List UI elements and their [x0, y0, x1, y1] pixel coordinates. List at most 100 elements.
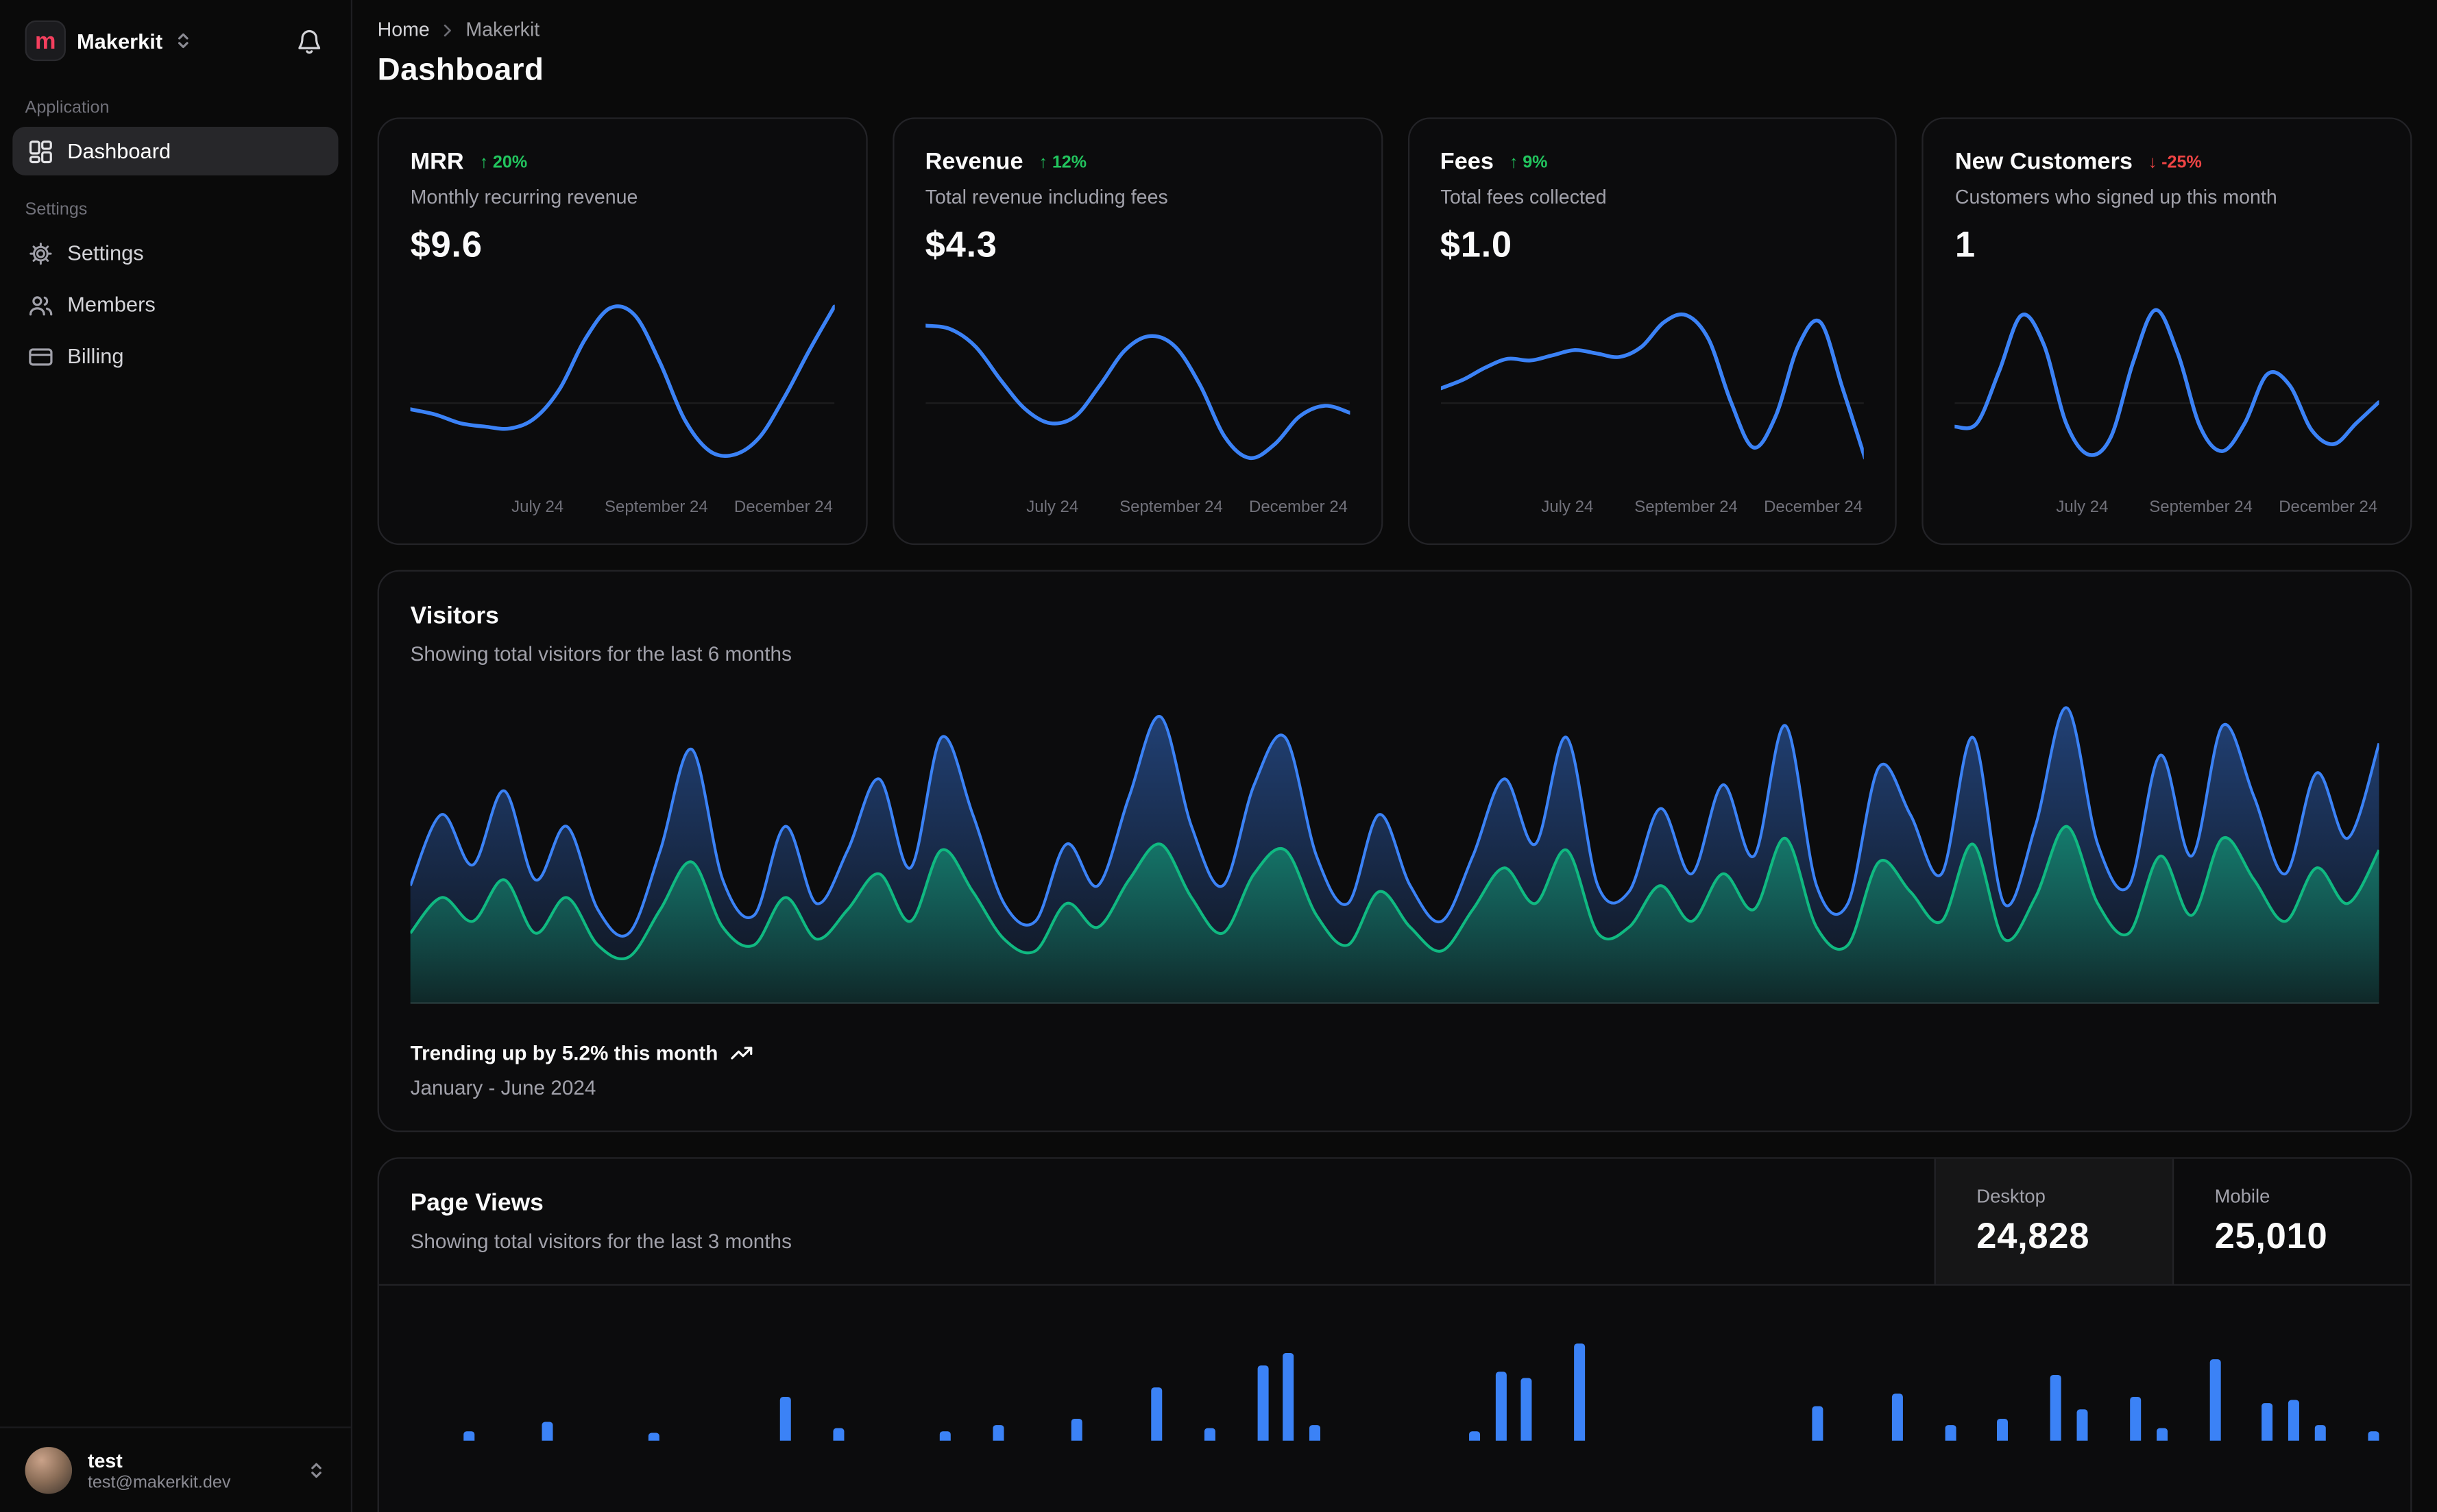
- sidebar-item-label: Billing: [67, 344, 124, 368]
- stat-card-fees: Fees ↑ 9% Total fees collected $1.0 July …: [1407, 117, 1898, 546]
- bar: [2288, 1400, 2300, 1441]
- sidebar-item-label: Settings: [67, 241, 144, 265]
- breadcrumb-home-link[interactable]: Home: [378, 19, 430, 40]
- stat-value: $1.0: [1440, 223, 1512, 265]
- avatar: [25, 1447, 73, 1494]
- bar: [1283, 1352, 1295, 1441]
- stat-header: MRR ↑ 20%: [411, 149, 835, 175]
- chevrons-up-down-icon: [173, 32, 192, 50]
- main-content: Home Makerkit Dashboard MRR ↑ 20% Monthly…: [352, 0, 2437, 1512]
- bar: [648, 1432, 659, 1441]
- sparkline-wrap: [1955, 288, 2379, 488]
- chevrons-up-down-icon: [307, 1461, 326, 1480]
- page-views-title: Page Views: [410, 1190, 544, 1217]
- x-tick: September 24: [605, 498, 708, 517]
- stat-header: New Customers ↓ -25%: [1955, 149, 2379, 175]
- trend-value: 9%: [1523, 152, 1548, 172]
- mrr-sparkline-chart: [411, 288, 835, 488]
- bar: [2076, 1409, 2088, 1441]
- workspace-switcher[interactable]: m Makerkit: [0, 0, 351, 77]
- user-name: test: [87, 1450, 123, 1472]
- mobile-toggle[interactable]: Mobile 25,010: [2172, 1158, 2410, 1284]
- nav-section-label: Settings: [25, 200, 88, 219]
- trend-value: -25%: [2161, 152, 2202, 172]
- sidebar-nav: Application Dashboard Settings Settings: [0, 77, 351, 384]
- stat-subtitle: Total fees collected: [1440, 186, 1607, 208]
- stat-card-revenue: Revenue ↑ 12% Total revenue including fee…: [892, 117, 1383, 546]
- x-tick: December 24: [2279, 498, 2378, 517]
- x-tick: December 24: [1764, 498, 1863, 517]
- stat-cards-row: MRR ↑ 20% Monthly recurring revenue $9.6 …: [377, 117, 2412, 546]
- visitors-area-chart: [410, 694, 2379, 1004]
- bar: [2262, 1403, 2273, 1441]
- credit-card-icon: [28, 343, 53, 369]
- bar: [1494, 1371, 1506, 1441]
- x-tick: December 24: [1249, 498, 1348, 517]
- desktop-toggle-label: Desktop: [1976, 1185, 2046, 1208]
- sidebar-item-billing[interactable]: Billing: [12, 332, 338, 380]
- mobile-toggle-label: Mobile: [2214, 1185, 2270, 1208]
- user-menu[interactable]: test test@makerkit.dev: [0, 1426, 351, 1512]
- x-tick: July 24: [1541, 498, 1594, 517]
- page-views-subtitle: Showing total visitors for the last 3 mo…: [410, 1229, 792, 1253]
- desktop-toggle-value: 24,828: [1976, 1215, 2090, 1256]
- bar: [2129, 1396, 2141, 1441]
- stat-title: Fees: [1440, 149, 1494, 175]
- chevron-right-icon: [439, 21, 457, 38]
- app-root: m Makerkit Application Dashboard Setting…: [0, 0, 2437, 1512]
- bar: [780, 1396, 792, 1441]
- x-tick: September 24: [1119, 498, 1223, 517]
- bar: [1891, 1393, 1903, 1441]
- bell-icon: [298, 29, 321, 53]
- bar: [939, 1431, 951, 1441]
- bar: [2050, 1374, 2062, 1441]
- stat-card-mrr: MRR ↑ 20% Monthly recurring revenue $9.6 …: [377, 117, 868, 546]
- bar: [1468, 1431, 1480, 1441]
- visitors-card: Visitors Showing total visitors for the …: [377, 570, 2412, 1132]
- page-views-card: Page Views Showing total visitors for th…: [377, 1157, 2412, 1512]
- sidebar-item-settings[interactable]: Settings: [12, 229, 338, 278]
- sidebar: m Makerkit Application Dashboard Setting…: [0, 0, 353, 1512]
- sidebar-item-label: Dashboard: [67, 139, 171, 163]
- stat-header: Revenue ↑ 12%: [925, 149, 1350, 175]
- bar: [463, 1431, 474, 1441]
- desktop-toggle[interactable]: Desktop 24,828: [1934, 1158, 2172, 1284]
- trend-up-icon: ↑: [1509, 152, 1518, 172]
- mobile-toggle-value: 25,010: [2214, 1215, 2328, 1256]
- stat-card-new-customers: New Customers ↓ -25% Customers who signed…: [1921, 117, 2412, 546]
- x-axis-labels: July 24 September 24 December 24: [1955, 498, 2379, 522]
- sidebar-item-members[interactable]: Members: [12, 280, 338, 329]
- sidebar-item-dashboard[interactable]: Dashboard: [12, 127, 339, 175]
- x-axis-labels: July 24 September 24 December 24: [1440, 498, 1865, 522]
- bar: [1257, 1365, 1268, 1441]
- bar: [1574, 1343, 1586, 1441]
- breadcrumb: Home Makerkit: [378, 19, 2412, 40]
- notifications-bell-button[interactable]: [293, 24, 326, 57]
- page-title: Dashboard: [377, 53, 544, 88]
- x-axis-labels: July 24 September 24 December 24: [411, 498, 835, 522]
- bar: [1944, 1425, 1956, 1441]
- bar: [1309, 1425, 1321, 1441]
- fees-sparkline-chart: [1440, 288, 1865, 488]
- user-info: test test@makerkit.dev: [87, 1448, 231, 1493]
- page-views-bar-chart: [411, 1286, 2379, 1441]
- trend-value: 20%: [492, 152, 528, 172]
- visitors-title: Visitors: [410, 602, 499, 630]
- bar: [2368, 1431, 2379, 1441]
- makerkit-logo: m: [25, 20, 66, 62]
- bar: [2156, 1428, 2168, 1441]
- sidebar-item-label: Members: [67, 293, 156, 317]
- bar: [2315, 1425, 2327, 1441]
- x-tick: September 24: [2149, 498, 2253, 517]
- nav-section-application: Application Dashboard: [0, 77, 351, 175]
- visitors-trend-text: Trending up by 5.2% this month: [410, 1041, 718, 1065]
- x-tick: July 24: [511, 498, 564, 517]
- x-tick: December 24: [733, 498, 833, 517]
- trend-badge: ↑ 20%: [480, 153, 528, 171]
- nav-section-label: Application: [25, 98, 110, 118]
- bar: [542, 1422, 554, 1441]
- x-tick: July 24: [2056, 498, 2109, 517]
- trend-value: 12%: [1052, 152, 1087, 172]
- user-email: test@makerkit.dev: [87, 1474, 231, 1493]
